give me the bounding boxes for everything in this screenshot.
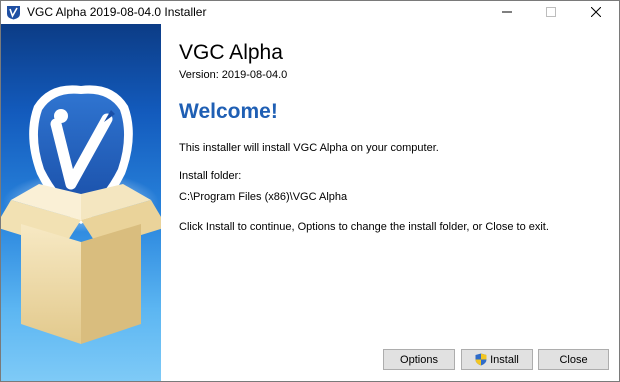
app-title: VGC Alpha [179, 41, 283, 64]
install-button[interactable]: Install [461, 349, 533, 370]
install-folder-path: C:\Program Files (x86)\VGC Alpha [179, 191, 348, 203]
welcome-heading: Welcome! [179, 100, 278, 123]
minimize-button[interactable] [485, 1, 529, 24]
maximize-button[interactable] [529, 1, 573, 24]
close-window-button[interactable] [574, 1, 618, 24]
version-label: Version: 2019-08-04.0 [179, 69, 288, 81]
window-title: VGC Alpha 2019-08-04.0 Installer [27, 5, 207, 19]
options-button-label: Options [400, 353, 438, 366]
uac-shield-icon [475, 353, 487, 366]
install-button-label: Install [490, 353, 519, 366]
options-button[interactable]: Options [383, 349, 455, 370]
close-icon [590, 4, 602, 22]
sidebar-banner [1, 24, 161, 381]
title-bar[interactable]: VGC Alpha 2019-08-04.0 Installer [1, 1, 619, 24]
intro-text: This installer will install VGC Alpha on… [179, 142, 439, 154]
maximize-icon [546, 4, 556, 22]
app-logo-icon [6, 5, 21, 20]
close-button-label: Close [559, 353, 588, 366]
instructions-text: Click Install to continue, Options to ch… [179, 221, 549, 233]
install-folder-label: Install folder: [179, 170, 242, 182]
content-panel: VGC Alpha Version: 2019-08-04.0 Welcome!… [161, 24, 619, 381]
installer-window: VGC Alpha 2019-08-04.0 Installer VGC Alp… [0, 0, 620, 382]
close-button[interactable]: Close [538, 349, 609, 370]
minimize-icon [502, 4, 512, 22]
